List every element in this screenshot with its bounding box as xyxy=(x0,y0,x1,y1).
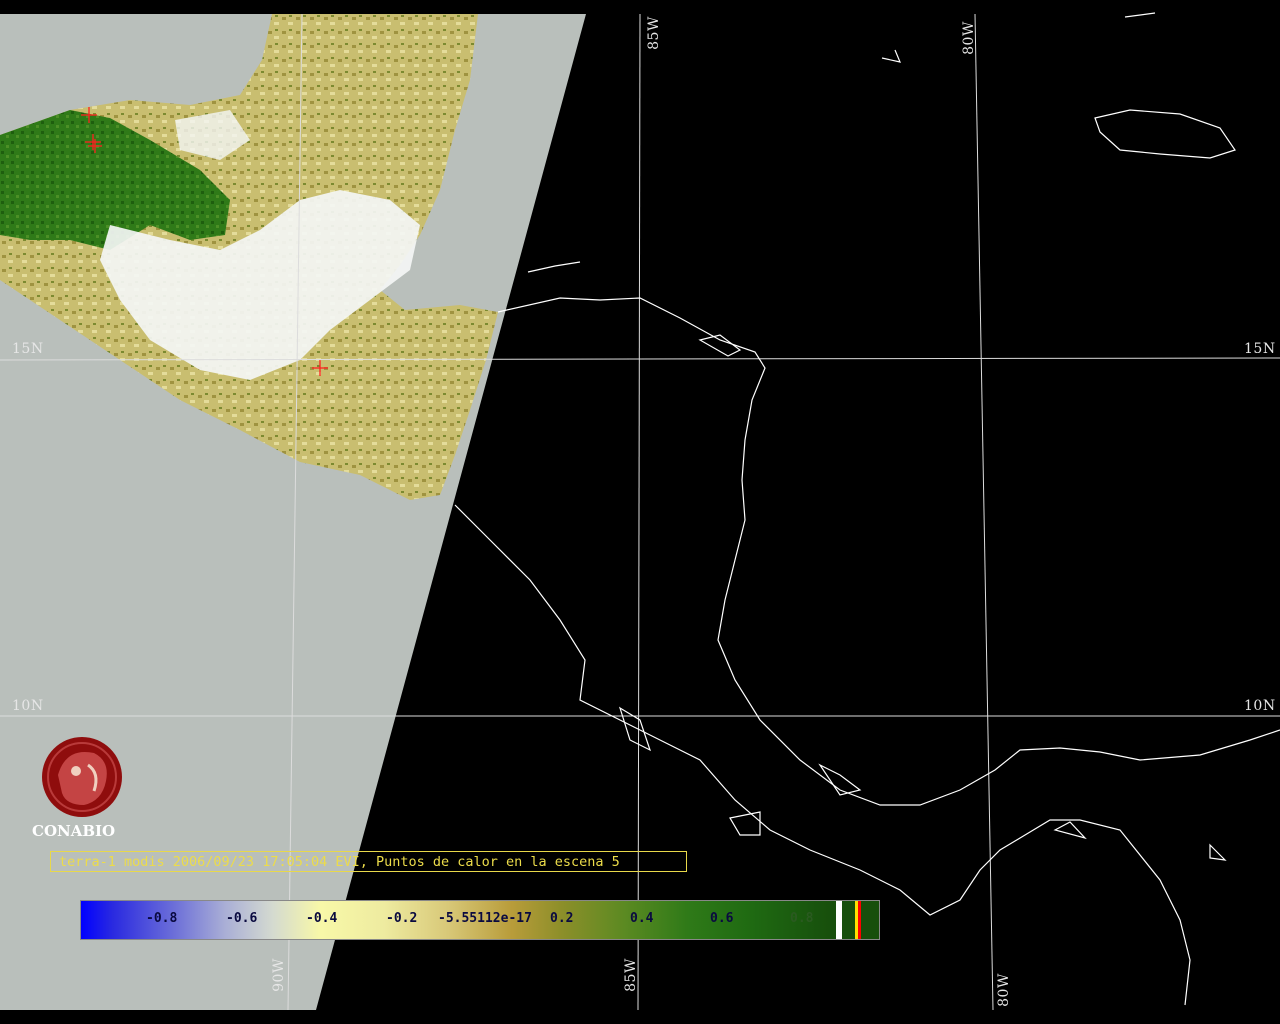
colorbar-cloud-swatch xyxy=(836,901,842,939)
lat-label-15n-left: 15N xyxy=(12,341,44,357)
lon-label-90w-bottom: 90W xyxy=(270,958,287,992)
lon-label-80w-bottom: 80W xyxy=(995,973,1012,1007)
scene-caption: terra-1 modis 2006/09/23 17:05:04 EVI, P… xyxy=(50,851,687,872)
colorbar-tick: -0.2 xyxy=(386,911,418,926)
lon-label-85w-bottom: 85W xyxy=(622,958,639,992)
colorbar-tick: -0.4 xyxy=(306,911,338,926)
lon-label-80w-top: 80W xyxy=(960,21,977,55)
colorbar-hotspot-swatch-red xyxy=(858,901,861,939)
colorbar-tick: 0.2 xyxy=(550,911,574,926)
logo-name: CONABIO xyxy=(32,822,116,840)
colorbar-tick: -5.55112e-17 xyxy=(438,911,532,926)
conabio-macaw-logo-icon xyxy=(42,737,122,817)
colorbar-tick: 0.4 xyxy=(630,911,654,926)
lat-label-15n-right: 15N xyxy=(1244,341,1276,357)
lon-label-85w-top: 85W xyxy=(645,16,662,50)
lat-label-10n-left: 10N xyxy=(12,698,44,714)
colorbar-tick: 0.6 xyxy=(710,911,734,926)
colorbar-tick: -0.6 xyxy=(226,911,258,926)
lat-label-10n-right: 10N xyxy=(1244,698,1276,714)
colorbar-tick: -0.8 xyxy=(146,911,178,926)
colorbar-tick: 0.8 xyxy=(790,911,814,926)
